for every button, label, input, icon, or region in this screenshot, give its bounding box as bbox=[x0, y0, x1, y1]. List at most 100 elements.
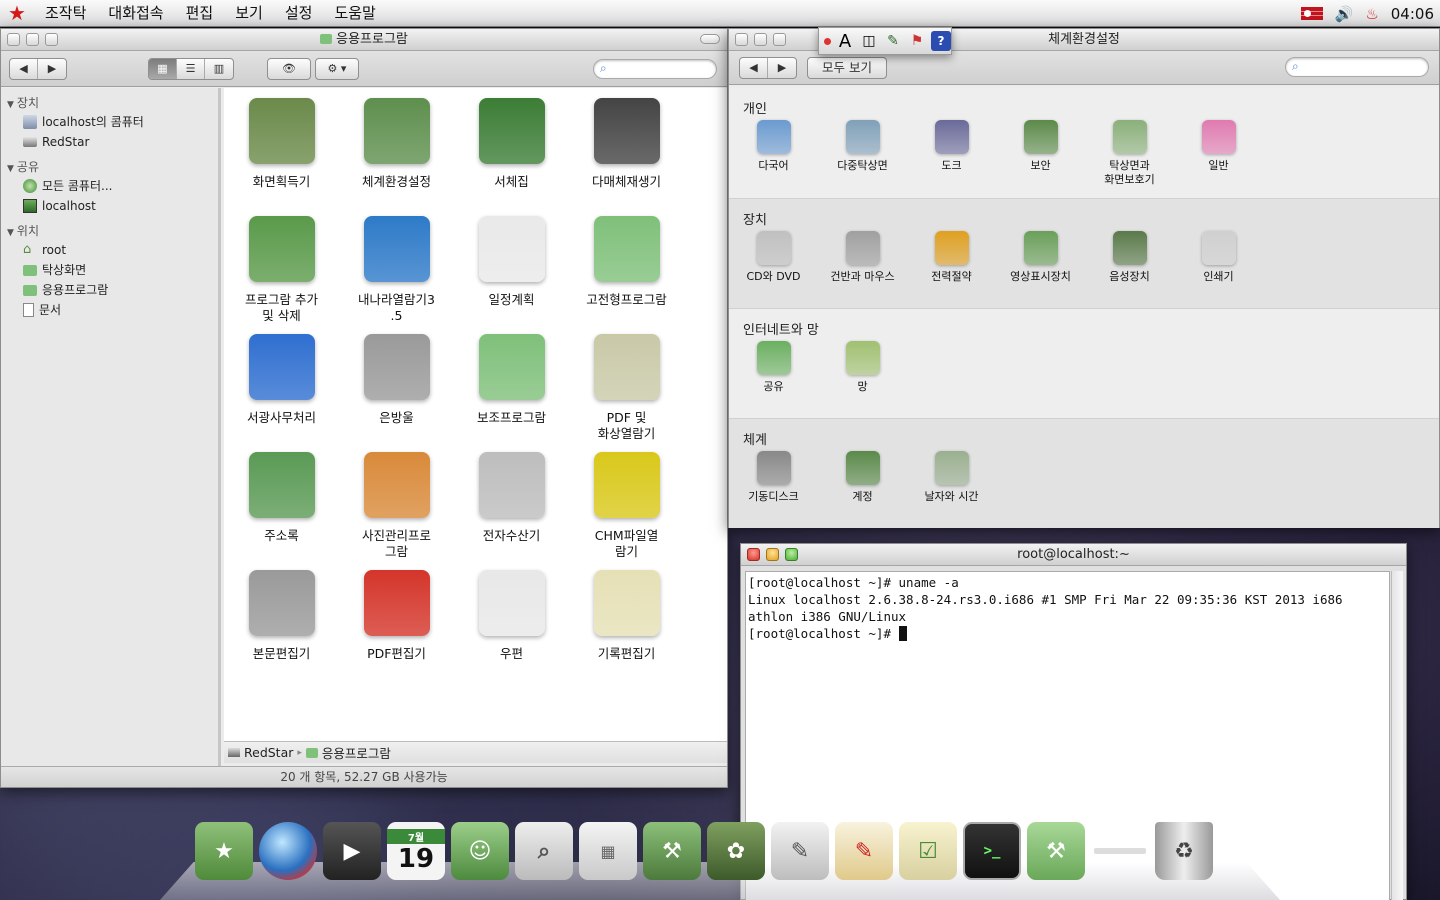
dock-text-editor-icon[interactable]: ✎ bbox=[771, 822, 829, 880]
app-item[interactable]: 주소록 bbox=[224, 450, 339, 568]
app-item[interactable]: CHM파일열 람기 bbox=[569, 450, 684, 568]
dock-address-book-icon[interactable]: ☺ bbox=[451, 822, 509, 880]
eye-icon[interactable]: 👁 bbox=[268, 59, 310, 79]
pref-pane-item[interactable]: 도크 bbox=[907, 120, 996, 187]
app-item[interactable]: 사진관리프로 그람 bbox=[339, 450, 454, 568]
forward-arrow-icon[interactable]: ▶ bbox=[38, 59, 66, 79]
path-segment-redstar[interactable]: RedStar bbox=[244, 745, 293, 760]
sidebar-item-desktop[interactable]: 탁상화면 bbox=[1, 260, 218, 280]
menu-item-help[interactable]: 도움말 bbox=[323, 0, 386, 27]
sidebar-item-documents[interactable]: 문서 bbox=[1, 300, 218, 320]
sidebar-item-computer[interactable]: localhost의 콤퓨터 bbox=[1, 112, 218, 132]
menu-item-control[interactable]: 조작탁 bbox=[34, 0, 97, 27]
gear-icon[interactable]: ⚙ ▾ bbox=[316, 59, 358, 79]
zoom-button[interactable] bbox=[773, 33, 786, 46]
zoom-button[interactable] bbox=[785, 548, 798, 561]
disclosure-triangle-icon[interactable]: ▼ bbox=[7, 164, 14, 174]
sidebar-item-localhost[interactable]: localhost bbox=[1, 196, 218, 216]
disclosure-triangle-icon[interactable]: ▼ bbox=[7, 228, 14, 238]
pref-pane-item[interactable]: 보안 bbox=[996, 120, 1085, 187]
red-star-menu-icon[interactable]: ★ bbox=[0, 0, 34, 27]
pref-pane-item[interactable]: 기동디스크 bbox=[729, 451, 818, 504]
sidebar-item-all-computers[interactable]: 모든 콤퓨터... bbox=[1, 176, 218, 196]
pref-pane-item[interactable]: 다국어 bbox=[729, 120, 818, 187]
pref-pane-item[interactable]: 음성장치 bbox=[1085, 231, 1174, 284]
clock[interactable]: 04:06 bbox=[1391, 5, 1434, 23]
torch-icon[interactable]: ♨ bbox=[1365, 5, 1378, 23]
menu-item-connect[interactable]: 대화접속 bbox=[97, 0, 174, 27]
app-item[interactable]: 체계환경설정 bbox=[339, 96, 454, 214]
sidebar-item-root[interactable]: ⌂ root bbox=[1, 240, 218, 260]
app-item[interactable]: 프로그람 추가 및 삭제 bbox=[224, 214, 339, 332]
flag-icon[interactable] bbox=[1300, 7, 1323, 20]
dock-office-icon[interactable]: ★ bbox=[195, 822, 253, 880]
disclosure-triangle-icon[interactable]: ▼ bbox=[7, 100, 14, 110]
back-arrow-icon[interactable]: ◀ bbox=[10, 59, 38, 79]
minimize-button[interactable] bbox=[766, 548, 779, 561]
pref-pane-item[interactable]: 영상표시장치 bbox=[996, 231, 1085, 284]
pref-pane-item[interactable]: 인쇄기 bbox=[1174, 231, 1263, 284]
finder-titlebar[interactable]: 응용프로그람 bbox=[1, 29, 727, 51]
app-item[interactable]: 다매체재생기 bbox=[569, 96, 684, 214]
show-all-button[interactable]: 모두 보기 bbox=[807, 57, 887, 79]
pref-pane-item[interactable]: 계정 bbox=[818, 451, 907, 504]
app-item[interactable]: 전자수산기 bbox=[454, 450, 569, 568]
dock-browser-globe-icon[interactable] bbox=[259, 822, 317, 880]
terminal-titlebar[interactable]: root@localhost:~ bbox=[741, 544, 1406, 566]
app-item[interactable]: 보조프로그람 bbox=[454, 332, 569, 450]
dock-pdf-editor-icon[interactable]: ✎ bbox=[835, 822, 893, 880]
sidebar-heading-places[interactable]: ▼ 위치 bbox=[1, 222, 218, 240]
app-item[interactable]: 내나라열람기3 .5 bbox=[339, 214, 454, 332]
help-icon[interactable]: ? bbox=[931, 31, 951, 51]
app-item[interactable]: 본문편집기 bbox=[224, 568, 339, 686]
list-view-icon[interactable]: ☰ bbox=[177, 59, 205, 79]
minimize-button[interactable] bbox=[26, 33, 39, 46]
pref-pane-item[interactable]: 건반과 마우스 bbox=[818, 231, 907, 284]
app-item[interactable]: 서광사무처리 bbox=[224, 332, 339, 450]
pref-pane-item[interactable]: 날자와 시간 bbox=[907, 451, 996, 504]
app-item[interactable]: PDF 및 화상열람기 bbox=[569, 332, 684, 450]
terminal-scrollbar[interactable] bbox=[1391, 571, 1403, 900]
prefs-search-input[interactable]: ⌕ bbox=[1285, 57, 1429, 77]
forward-arrow-icon[interactable]: ▶ bbox=[768, 58, 796, 78]
sidebar-item-applications[interactable]: 응용프로그람 bbox=[1, 280, 218, 300]
quicklook-button[interactable]: 👁 bbox=[267, 58, 311, 80]
app-item[interactable]: 우편 bbox=[454, 568, 569, 686]
sidebar-heading-devices[interactable]: ▼ 장치 bbox=[1, 94, 218, 112]
zoom-button[interactable] bbox=[45, 33, 58, 46]
icon-view-icon[interactable]: ▦ bbox=[149, 59, 177, 79]
close-dot-icon[interactable] bbox=[823, 31, 831, 51]
columns-icon[interactable]: ◫ bbox=[859, 31, 879, 51]
dock-calendar-icon[interactable]: 7월 19 bbox=[387, 822, 445, 880]
dock-preview-icon[interactable]: ⌕ bbox=[515, 822, 573, 880]
dock-terminal-icon[interactable]: >_ bbox=[963, 822, 1021, 880]
brush-icon[interactable]: ✎ bbox=[883, 31, 903, 51]
dock-documents-stack-icon[interactable] bbox=[1091, 822, 1149, 880]
menu-item-view[interactable]: 보기 bbox=[224, 0, 274, 27]
toolbar-toggle-button[interactable] bbox=[700, 34, 720, 44]
app-item[interactable]: PDF편집기 bbox=[339, 568, 454, 686]
close-button[interactable] bbox=[7, 33, 20, 46]
app-item[interactable]: 은방울 bbox=[339, 332, 454, 450]
pref-pane-item[interactable]: 망 bbox=[818, 341, 907, 394]
dock-settings-tools-icon[interactable]: ⚒ bbox=[643, 822, 701, 880]
app-item[interactable]: 서체집 bbox=[454, 96, 569, 214]
pref-pane-item[interactable]: 다중탁상면 bbox=[818, 120, 907, 187]
sidebar-heading-shared[interactable]: ▼ 공유 bbox=[1, 158, 218, 176]
sidebar-item-redstar[interactable]: RedStar bbox=[1, 132, 218, 152]
volume-icon[interactable]: 🔊 bbox=[1335, 5, 1354, 23]
action-menu-button[interactable]: ⚙ ▾ bbox=[315, 58, 359, 80]
app-item[interactable]: 기록편집기 bbox=[569, 568, 684, 686]
finder-search-input[interactable]: ⌕ bbox=[593, 59, 717, 79]
pref-pane-item[interactable]: 전력절약 bbox=[907, 231, 996, 284]
dock-applications-folder-icon[interactable]: ⚒ bbox=[1027, 822, 1085, 880]
trash-icon[interactable]: ♻ bbox=[1155, 822, 1213, 880]
pref-pane-item[interactable]: 탁상면과 화면보호기 bbox=[1085, 120, 1174, 187]
stamp-icon[interactable]: ⚑ bbox=[907, 31, 927, 51]
app-item[interactable]: 일정계획 bbox=[454, 214, 569, 332]
close-button[interactable] bbox=[735, 33, 748, 46]
menu-item-edit[interactable]: 편집 bbox=[175, 0, 225, 27]
dock-calculator-icon[interactable]: ▦ bbox=[579, 822, 637, 880]
pref-pane-item[interactable]: 공유 bbox=[729, 341, 818, 394]
app-item[interactable]: 화면획득기 bbox=[224, 96, 339, 214]
